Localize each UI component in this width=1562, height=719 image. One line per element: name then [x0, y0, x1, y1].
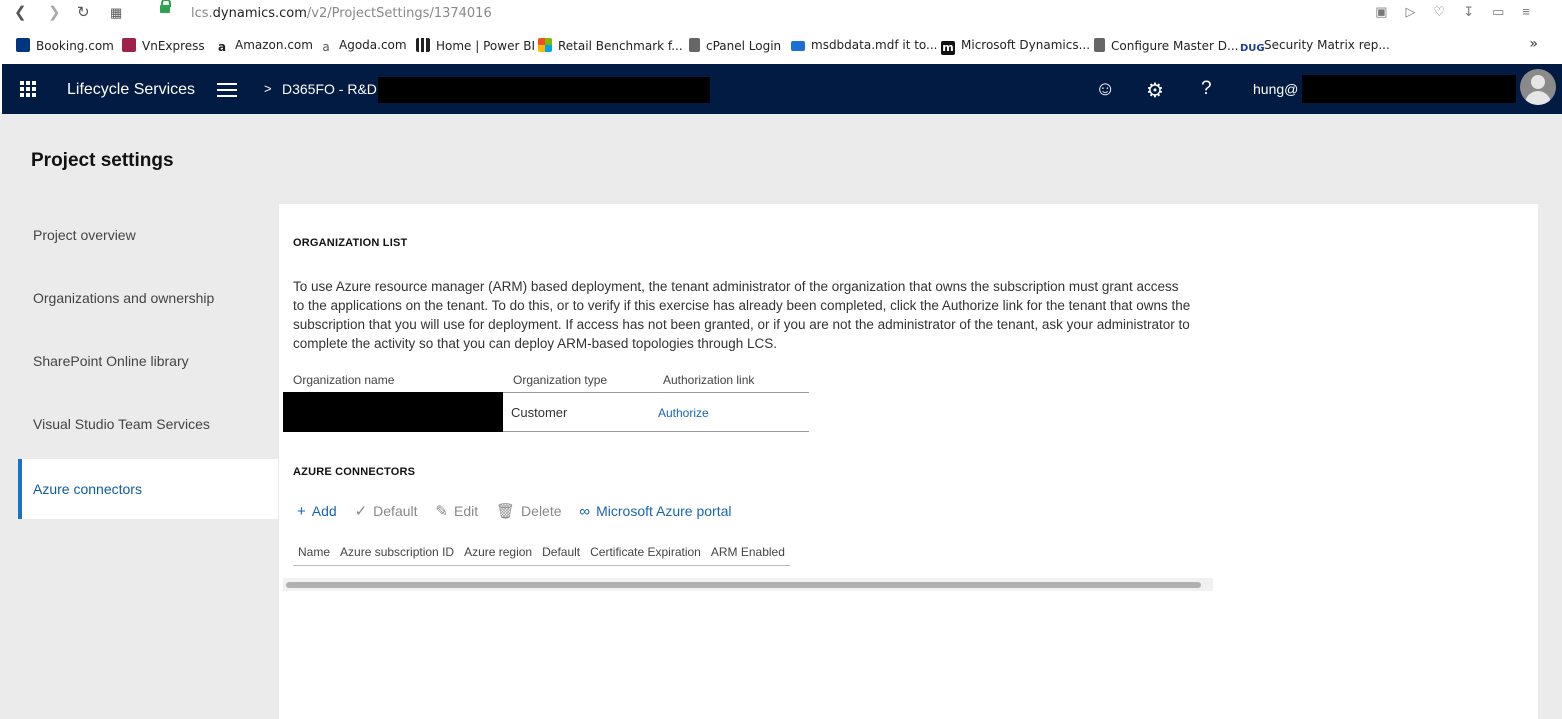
app-title[interactable]: Lifecycle Services [67, 81, 195, 99]
browser-address-bar: ❮ ❯ ↻ ▦ lcs.dynamics.com/v2/ProjectSetti… [0, 0, 1562, 28]
user-name[interactable]: hung@ [1253, 81, 1298, 97]
app-launcher-icon[interactable] [20, 81, 36, 97]
default-button[interactable]: ✓ Default [355, 502, 418, 520]
column-header[interactable]: Azure region [459, 541, 538, 566]
settings-sliders-icon[interactable]: ≡ [1522, 4, 1548, 19]
heart-icon[interactable]: ♡ [1434, 4, 1464, 19]
sap-icon [791, 41, 805, 51]
app-header: Lifecycle Services > D365FO - R&D ☺ ⚙ ? … [2, 64, 1562, 114]
org-table: Organization name Organization type Auth… [283, 368, 809, 432]
camera-icon[interactable]: ▣ [1375, 4, 1405, 19]
page-title: Project settings [31, 150, 174, 171]
connectors-table-header: Name Azure subscription ID Azure region … [293, 541, 790, 566]
bookmark-item[interactable]: a Agoda.com [319, 38, 407, 54]
browser-toolbar-icons: ▣▷♡↧▭≡ [1375, 4, 1548, 20]
breadcrumb-separator: > [264, 81, 272, 96]
reload-icon[interactable]: ↻ [77, 3, 90, 21]
redacted-organization-name [283, 392, 503, 432]
back-icon[interactable]: ❮ [14, 3, 27, 21]
microsoft-logo-icon [538, 38, 552, 52]
bookmark-item[interactable]: DUGSecurity Matrix rep... [1240, 38, 1390, 56]
scrollbar-thumb[interactable] [286, 582, 1201, 588]
pencil-icon: ✎ [435, 503, 448, 520]
vnexpress-icon [122, 38, 136, 52]
dug-logo-icon: DUG [1240, 42, 1265, 56]
bar-chart-icon [416, 38, 430, 52]
bookmark-item[interactable]: m Microsoft Dynamics... [941, 38, 1090, 55]
trash-icon: 🗑 [496, 503, 516, 520]
column-header[interactable]: Azure subscription ID [335, 541, 460, 566]
download-icon[interactable]: ↧ [1463, 4, 1492, 19]
nav-item-azure-connectors[interactable]: Azure connectors [18, 459, 278, 519]
org-type-cell: Customer [503, 392, 653, 432]
amazon-icon: a [215, 40, 229, 54]
forward-icon[interactable]: ❯ [48, 3, 61, 21]
bookmark-item[interactable]: msdbdata.mdf it to... [791, 38, 938, 52]
page-body: Project settings Project overview Organi… [0, 114, 1562, 719]
connectors-toolbar: + Add ✓ Default ✎ Edit 🗑 Delete ∞ Microsoft A… [297, 502, 746, 520]
settings-content-panel: ORGANIZATION LIST To use Azure resource … [279, 204, 1538, 719]
org-list-description: To use Azure resource manager (ARM) base… [293, 279, 1191, 351]
edit-button[interactable]: ✎ Edit [435, 502, 478, 520]
azure-connectors-title: AZURE CONNECTORS [293, 466, 416, 478]
bookmarks-overflow-icon[interactable]: » [1529, 36, 1538, 52]
nav-item-sharepoint[interactable]: SharePoint Online library [18, 330, 278, 393]
battery-icon[interactable]: ▭ [1492, 4, 1522, 19]
redaction-block [1302, 75, 1516, 103]
document-icon [689, 38, 700, 52]
bookmarks-bar: Booking.com VnExpress a Amazon.com a Agoda… [0, 32, 1562, 58]
m-logo-icon: m [941, 41, 955, 55]
link-icon: ∞ [579, 503, 591, 520]
connectors-table: Name Azure subscription ID Azure region … [293, 541, 790, 566]
bookmark-item[interactable]: Home | Power BI [416, 38, 535, 53]
checkmark-icon: ✓ [354, 503, 368, 520]
hamburger-menu-icon[interactable] [217, 83, 237, 101]
nav-item-organizations[interactable]: Organizations and ownership [18, 267, 278, 330]
booking-icon [16, 38, 30, 52]
lock-icon [160, 0, 171, 13]
bookmark-item[interactable]: a Amazon.com [215, 38, 313, 54]
org-list-title: ORGANIZATION LIST [293, 237, 408, 249]
column-header[interactable]: Authorization link [653, 368, 809, 393]
column-header[interactable]: Certificate Expiration [585, 541, 706, 566]
add-button[interactable]: + Add [297, 503, 337, 520]
agoda-icon: a [319, 40, 333, 54]
smiley-feedback-icon[interactable]: ☺ [1095, 78, 1115, 101]
url-field[interactable]: lcs.dynamics.com/v2/ProjectSettings/1374… [191, 6, 492, 21]
column-header[interactable]: Name [293, 541, 336, 566]
tabs-grid-icon[interactable]: ▦ [110, 5, 122, 21]
plus-icon: + [297, 503, 306, 520]
authorize-link[interactable]: Authorize [658, 406, 709, 420]
help-icon[interactable]: ? [1201, 78, 1212, 100]
settings-nav: Project overview Organizations and owner… [18, 204, 278, 519]
bookmark-item[interactable]: Retail Benchmark f... [538, 38, 683, 53]
column-header[interactable]: ARM Enabled [705, 541, 790, 566]
document-icon [1094, 38, 1105, 52]
bookmark-item[interactable]: cPanel Login [689, 38, 781, 53]
delete-button[interactable]: 🗑 Delete [496, 502, 562, 520]
org-table-header: Organization name Organization type Auth… [283, 368, 809, 393]
bookmark-item[interactable]: VnExpress [122, 38, 205, 53]
column-header[interactable]: Organization type [503, 368, 653, 393]
nav-item-vsts[interactable]: Visual Studio Team Services [18, 393, 278, 456]
azure-portal-link[interactable]: ∞ Microsoft Azure portal [579, 503, 731, 520]
redaction-block [378, 77, 710, 103]
avatar[interactable] [1520, 69, 1556, 105]
nav-item-project-overview[interactable]: Project overview [18, 204, 278, 267]
column-header[interactable]: Default [537, 541, 586, 566]
column-header[interactable]: Organization name [283, 368, 503, 393]
table-row: Customer Authorize [283, 392, 809, 432]
horizontal-scrollbar[interactable] [283, 578, 1213, 591]
bookmark-item[interactable]: Configure Master D... [1094, 38, 1238, 53]
bookmark-item[interactable]: Booking.com [16, 38, 114, 53]
gear-icon[interactable]: ⚙ [1146, 78, 1164, 103]
project-name[interactable]: D365FO - R&D [282, 81, 377, 97]
send-icon[interactable]: ▷ [1406, 4, 1434, 19]
